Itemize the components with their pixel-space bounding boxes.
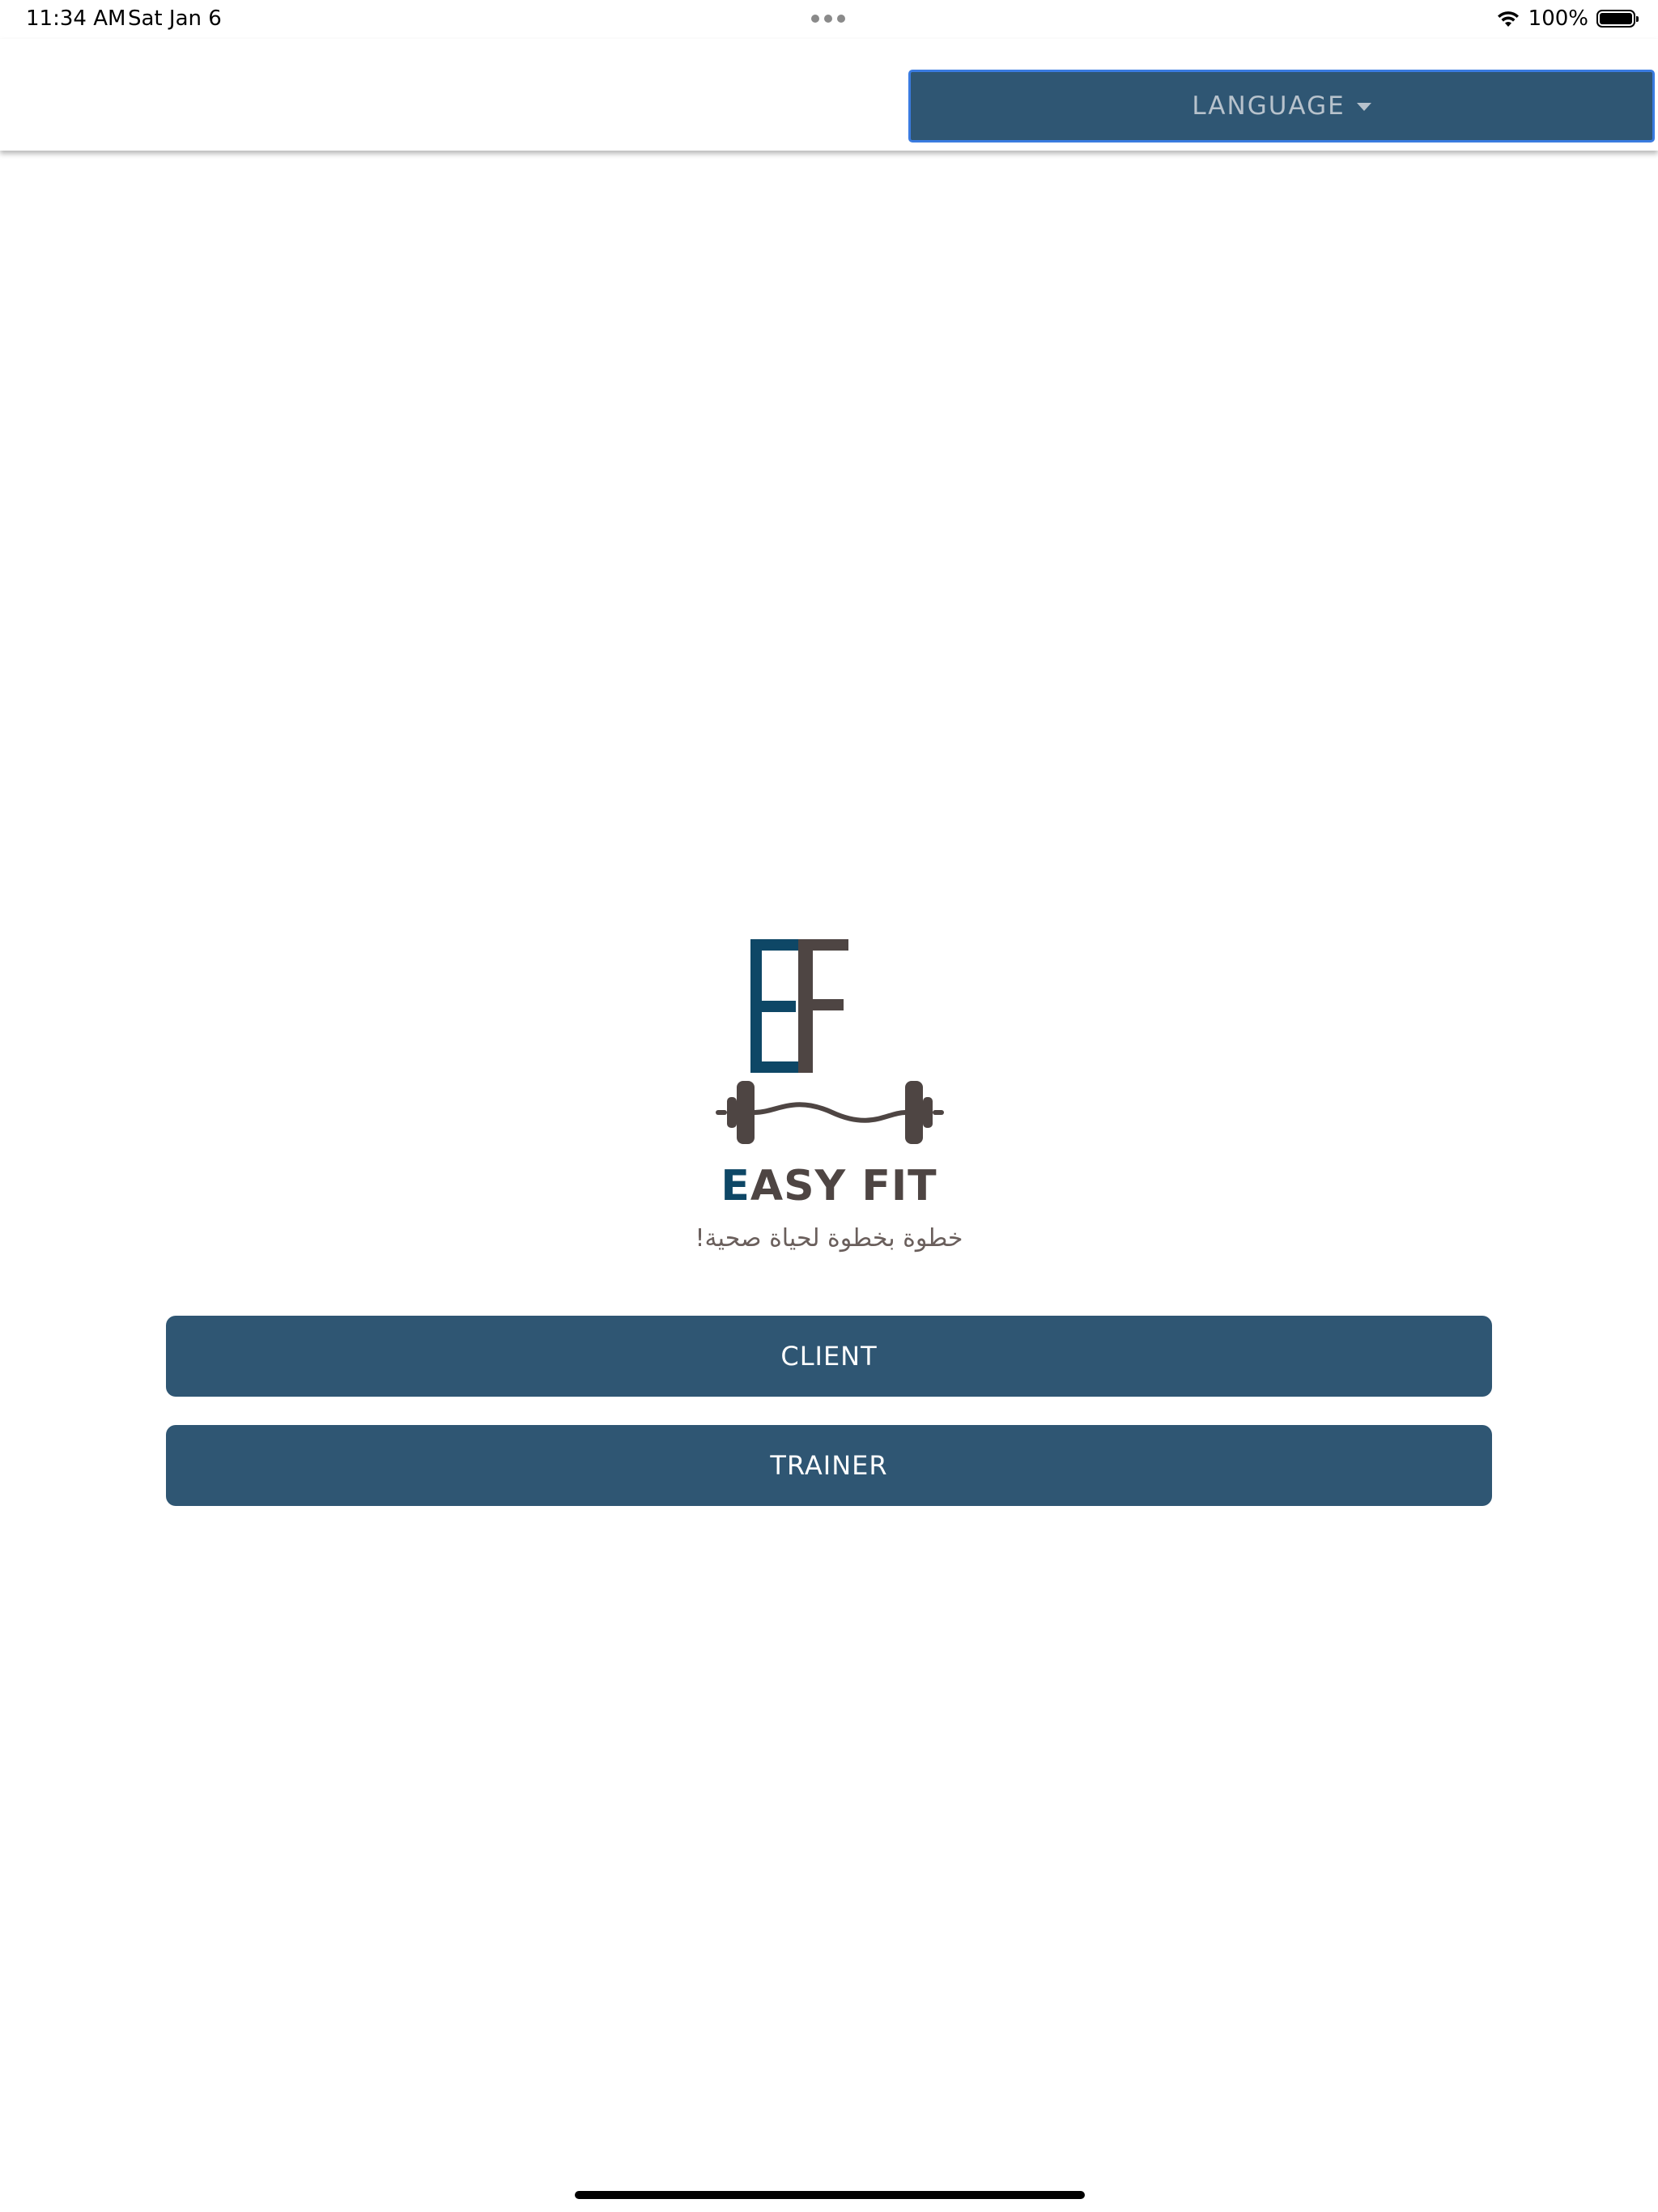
home-indicator[interactable] [575, 2191, 1085, 2199]
multitasking-dots-icon[interactable] [811, 15, 845, 23]
trainer-button-label: TRAINER [770, 1450, 888, 1481]
caret-down-icon [1356, 103, 1371, 111]
welcome-screen: 11:34 AM Sat Jan 6 100% LANGUAGE EASY FI… [0, 0, 1658, 2212]
status-date: Sat Jan 6 [128, 6, 222, 31]
client-button-label: CLIENT [780, 1341, 878, 1372]
status-time: 11:34 AM [26, 6, 126, 31]
battery-icon [1596, 10, 1639, 28]
status-bar: 11:34 AM Sat Jan 6 100% [0, 0, 1658, 39]
language-dropdown-button[interactable]: LANGUAGE [908, 70, 1655, 143]
easy-fit-logo-icon [716, 939, 944, 1144]
wifi-icon [1497, 11, 1519, 27]
top-header: LANGUAGE [0, 39, 1658, 151]
client-button[interactable]: CLIENT [166, 1316, 1492, 1397]
status-indicators: 100% [1496, 6, 1639, 31]
battery-percentage: 100% [1528, 6, 1588, 31]
brand-name: EASY FIT [721, 1162, 937, 1210]
trainer-button[interactable]: TRAINER [166, 1425, 1492, 1506]
language-label: LANGUAGE [1192, 91, 1346, 121]
brand-tagline: خطوة بخطوة لحياة صحية! [695, 1224, 963, 1253]
